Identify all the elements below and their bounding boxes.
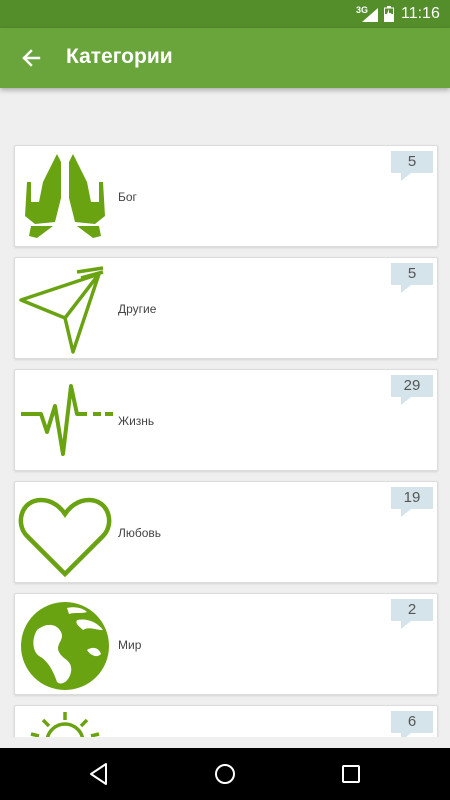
category-label: Жизнь [118,414,155,428]
category-list[interactable]: Бог 5 Другие 5 Жизнь 29 Любовь 19 Мир 2 … [0,88,450,737]
clock: 11:16 [401,5,440,22]
category-card-god[interactable]: Бог 5 [14,145,438,247]
heartbeat-icon [21,384,113,456]
arrow-back-icon [22,49,41,67]
nav-home-icon[interactable] [212,761,238,787]
category-label: Любовь [118,526,162,540]
nav-recents-icon[interactable] [338,761,364,787]
category-label: Мир [118,638,142,652]
count-badge: 2 [391,599,433,629]
count-badge: 5 [391,263,433,293]
count-badge: 5 [391,151,433,181]
battery-icon [384,6,394,22]
count-badge: 6 [391,711,433,737]
count-badge: 19 [391,487,433,517]
globe-icon [21,602,109,690]
nav-back-icon[interactable] [86,761,112,787]
paper-plane-icon [19,266,104,354]
signal-icon [362,8,378,22]
status-bar: 3G 11:16 [0,0,450,28]
category-card-partial[interactable]: 6 [14,705,438,737]
category-card-world[interactable]: Мир 2 [14,593,438,695]
heart-icon [18,497,112,578]
category-label: Другие [118,302,157,316]
category-card-life[interactable]: Жизнь 29 [14,369,438,471]
page-title: Категории [66,45,173,68]
navigation-bar [0,748,450,800]
app-bar: Категории [0,28,450,88]
category-label: Бог [118,190,137,204]
sun-icon [30,712,100,737]
praying-hands-icon [25,154,105,238]
count-badge: 29 [391,375,433,405]
category-card-love[interactable]: Любовь 19 [14,481,438,583]
back-button[interactable] [12,39,50,77]
category-card-other[interactable]: Другие 5 [14,257,438,359]
